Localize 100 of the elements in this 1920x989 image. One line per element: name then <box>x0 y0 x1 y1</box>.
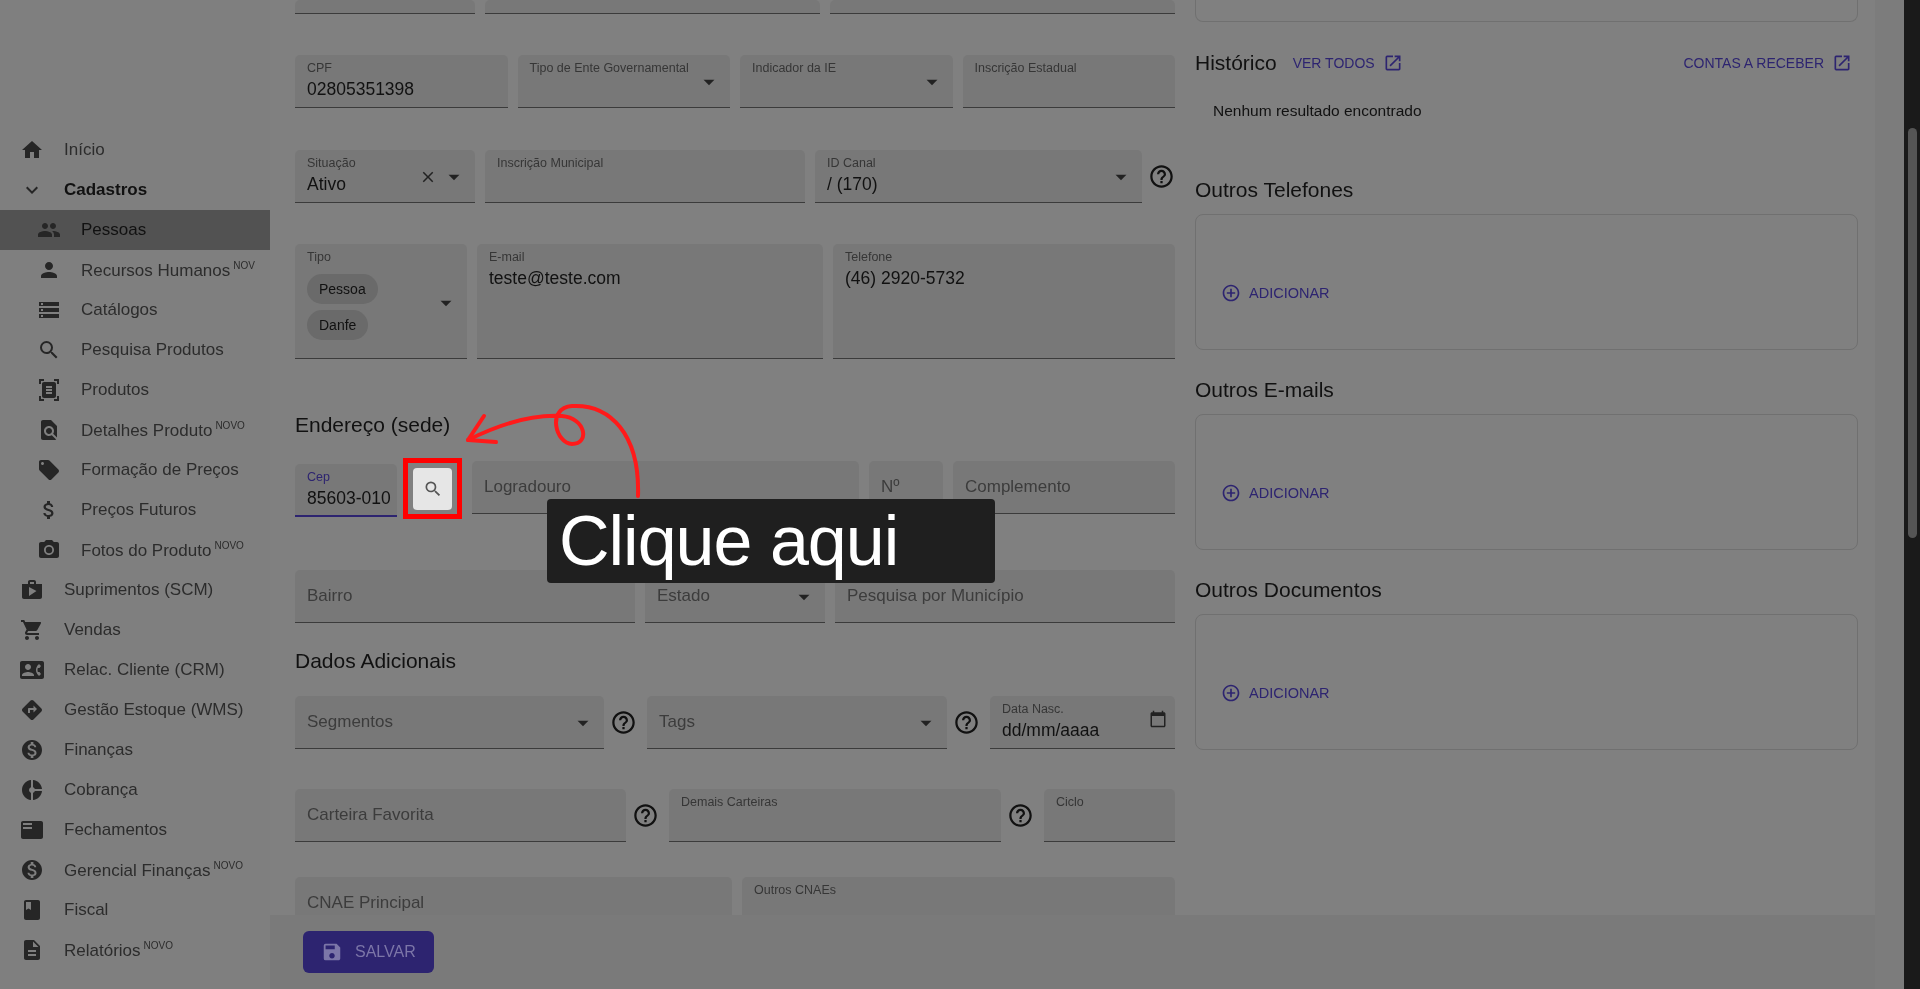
field-label: CNAE Principal <box>307 893 425 913</box>
help-icon[interactable] <box>632 802 659 829</box>
sidebar-item[interactable]: Cadastros <box>0 170 270 210</box>
input-field[interactable] <box>485 0 820 14</box>
help-icon[interactable] <box>953 709 980 736</box>
select-field[interactable]: Tipo de Ente Governamental <box>517 55 730 108</box>
sidebar-item[interactable]: Finanças <box>0 730 270 770</box>
section-heading: Dados Adicionais <box>295 649 458 673</box>
field-label: Telefone <box>845 251 893 264</box>
tag-chip[interactable]: Pessoa <box>307 274 378 304</box>
input-field[interactable]: Complemento <box>953 461 1175 514</box>
external-link-icon <box>1832 53 1852 73</box>
menu-icon <box>20 738 44 762</box>
sidebar-item[interactable]: Gerencial Finanças $^{NOVO}$ <box>0 850 270 890</box>
field-label: E-mail <box>489 251 525 264</box>
input-field[interactable]: Ciclo <box>1044 789 1175 842</box>
sidebar-item[interactable]: Pessoas <box>0 210 270 250</box>
input-field[interactable]: CNAE Principal <box>295 877 732 915</box>
select-field[interactable]: Tags <box>647 696 947 749</box>
help-icon[interactable] <box>1148 163 1175 190</box>
select-field[interactable]: Indicador da IE <box>740 55 953 108</box>
input-field[interactable]: Inscrição Municipal <box>485 150 805 203</box>
field-label: Carteira Favorita <box>307 805 434 825</box>
menu-icon <box>20 658 44 682</box>
date-field[interactable]: Data Nasc. dd/mm/aaaa <box>990 696 1175 749</box>
help-icon[interactable] <box>1007 802 1034 829</box>
input-field[interactable]: Carteira Favorita <box>295 789 626 842</box>
input-field[interactable]: Demais Carteiras <box>669 789 1001 842</box>
field-label: ID Canal <box>827 157 876 170</box>
field-label: CPF <box>307 62 332 75</box>
field-label: Inscrição Municipal <box>497 157 604 170</box>
input-field[interactable] <box>295 0 475 14</box>
sidebar-item[interactable]: Início <box>0 130 270 170</box>
section-heading: Endereço (sede) <box>295 413 452 437</box>
field-label: Outros CNAEs <box>754 884 836 897</box>
sidebar-item[interactable]: Vendas <box>0 610 270 650</box>
calendar-icon[interactable] <box>1149 710 1167 728</box>
field-label: Estado <box>657 586 710 606</box>
select-field[interactable]: Tipo Pessoa Danfe <box>295 244 467 359</box>
callout-tooltip: Clique aqui <box>547 499 995 583</box>
select-field[interactable]: Segmentos <box>295 696 604 749</box>
scrollbar[interactable] <box>1904 0 1920 989</box>
field-label: Complemento <box>965 477 1071 497</box>
sidebar-item[interactable]: Catálogos <box>0 290 270 330</box>
sidebar-item[interactable]: Pesquisa Produtos <box>0 330 270 370</box>
section-heading: Outros E-mails <box>1195 378 1335 402</box>
sidebar-item[interactable]: Recursos Humanos $^{NOV}$ <box>0 250 270 290</box>
add-button[interactable]: ADICIONAR <box>1221 683 1330 703</box>
link[interactable]: CONTAS A RECEBER <box>1683 53 1852 73</box>
add-button[interactable]: ADICIONAR <box>1221 283 1330 303</box>
field-label: Cep <box>307 470 330 484</box>
field-label: Inscrição Estadual <box>974 62 1077 75</box>
menu-icon <box>20 618 44 642</box>
sidebar-item[interactable]: Preços Futuros <box>0 490 270 530</box>
section-heading: Outros Telefones <box>1195 178 1355 202</box>
field-label: Data Nasc. <box>1002 703 1064 716</box>
field-label: Nº <box>881 477 900 497</box>
sidebar-item[interactable]: Formação de Preços <box>0 450 270 490</box>
field-label: Tipo de Ente Governamental <box>529 62 689 75</box>
cep-field[interactable]: Cep 85603-010 <box>295 463 397 517</box>
sidebar-item[interactable]: Detalhes Produto $^{NOVO}$ <box>0 410 270 450</box>
section-heading: Histórico <box>1195 51 1277 75</box>
menu-icon <box>20 698 44 722</box>
input-field[interactable]: CPF 02805351398 <box>295 55 508 108</box>
search-button[interactable] <box>413 467 452 510</box>
input-field[interactable]: E-mail teste@teste.com <box>477 244 823 359</box>
field-label: Tipo <box>307 251 331 264</box>
sidebar-item[interactable]: Relatórios $^{NOVO}$ <box>0 930 270 970</box>
menu-icon <box>20 778 44 802</box>
save-button[interactable]: SALVAR <box>303 931 434 973</box>
add-button[interactable]: ADICIONAR <box>1221 483 1330 503</box>
sidebar-item[interactable]: Relac. Cliente (CRM) <box>0 650 270 690</box>
field-label: Bairro <box>307 586 353 606</box>
sidebar-item[interactable]: Cobrança <box>0 770 270 810</box>
field-value: (46) 2920-5732 <box>845 268 965 289</box>
field-value: 02805351398 <box>307 79 415 100</box>
sidebar-item[interactable]: Fiscal <box>0 890 270 930</box>
input-field[interactable]: Outros CNAEs <box>742 877 1175 915</box>
input-field[interactable]: Bairro <box>295 570 635 623</box>
sidebar-item[interactable]: Produtos <box>0 370 270 410</box>
input-field[interactable]: Telefone (46) 2920-5732 <box>833 244 1175 359</box>
help-icon[interactable] <box>610 709 637 736</box>
select-field[interactable]: ID Canal / (170) <box>815 150 1142 203</box>
menu-icon <box>20 818 44 842</box>
section-heading: Outros Documentos <box>1195 578 1383 602</box>
field-value: teste@teste.com <box>489 268 621 289</box>
sidebar-item[interactable]: Gestão Estoque (WMS) <box>0 690 270 730</box>
sidebar-item[interactable]: Fechamentos <box>0 810 270 850</box>
input-field[interactable] <box>830 0 1175 14</box>
field-label: Indicador da IE <box>752 62 837 75</box>
select-field[interactable]: Situação Ativo <box>295 150 475 203</box>
link[interactable]: VER TODOS <box>1292 53 1403 73</box>
field-label: Pesquisa por Município <box>847 586 1024 606</box>
empty-message: Nenhum resultado encontrado <box>1213 102 1423 120</box>
menu-icon <box>37 458 61 482</box>
sidebar-item[interactable]: Fotos do Produto $^{NOVO}$ <box>0 530 270 570</box>
menu-icon <box>20 578 44 602</box>
input-field[interactable]: Inscrição Estadual <box>962 55 1175 108</box>
tag-chip[interactable]: Danfe <box>307 310 369 340</box>
sidebar-item[interactable]: Suprimentos (SCM) <box>0 570 270 610</box>
